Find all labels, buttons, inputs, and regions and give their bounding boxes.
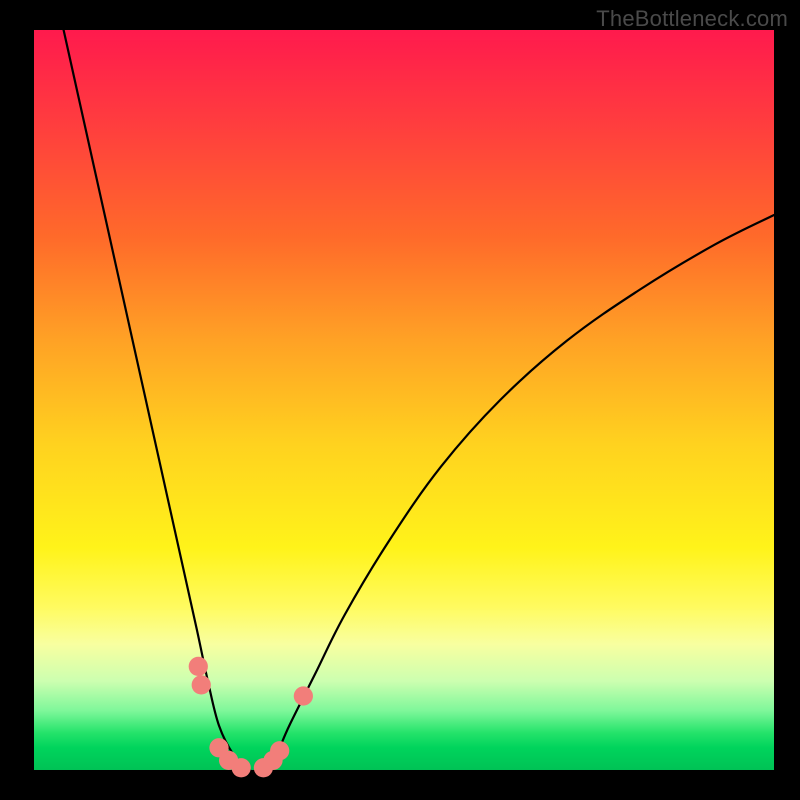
chart-svg [34,30,774,770]
curve-marker [192,675,211,694]
curve-marker [294,686,313,705]
chart-plot-area [34,30,774,770]
bottleneck-curve [64,30,774,772]
curve-marker [189,657,208,676]
chart-frame: TheBottleneck.com [0,0,800,800]
curve-marker [270,741,289,760]
curve-marker [232,758,251,777]
watermark-text: TheBottleneck.com [596,6,788,32]
